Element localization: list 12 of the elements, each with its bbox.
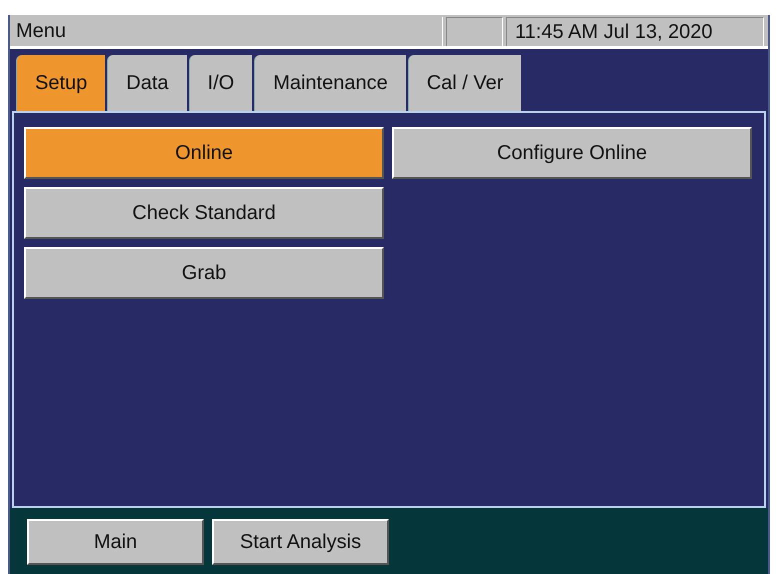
- menu-button[interactable]: Configure Online: [392, 127, 752, 179]
- tab[interactable]: Maintenance: [254, 55, 406, 111]
- menu-button[interactable]: Online: [24, 127, 384, 179]
- footer-button[interactable]: Start Analysis: [212, 519, 389, 565]
- tab[interactable]: I/O: [188, 55, 252, 111]
- tab[interactable]: Setup: [16, 55, 106, 111]
- tab[interactable]: Cal / Ver: [408, 55, 522, 111]
- date-time: 11:45 AM Jul 13, 2020: [506, 17, 764, 46]
- footer-button[interactable]: Main: [27, 519, 204, 565]
- menu-button[interactable]: Check Standard: [24, 187, 384, 239]
- menu-button[interactable]: Grab: [24, 247, 384, 299]
- tab[interactable]: Data: [107, 55, 187, 111]
